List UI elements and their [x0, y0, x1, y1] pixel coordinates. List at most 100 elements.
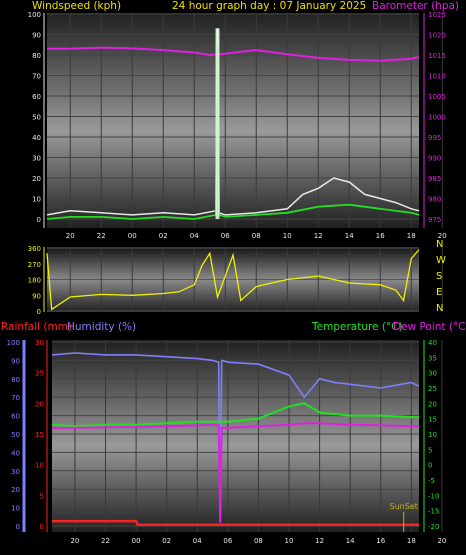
x-tick-label: 00	[132, 537, 141, 545]
y-tick-label-windspeed: 60	[32, 93, 41, 101]
y-tick-label-temperature: -20	[428, 523, 439, 531]
y-tick-label-barometer: 985	[428, 175, 441, 183]
x-tick-label: 20	[437, 537, 446, 545]
y-tick-label-humidity: 40	[11, 449, 20, 457]
x-tick-label: 12	[314, 232, 323, 240]
y-tick-label-windspeed: 20	[32, 175, 41, 183]
x-tick-label: 10	[283, 232, 292, 240]
sunset-label: SunSet	[390, 502, 418, 511]
rainfall-axis-label: Rainfall (mm)	[1, 321, 72, 333]
compass-label: N	[436, 239, 443, 250]
y-tick-label-humidity: 100	[7, 339, 20, 347]
wind-panel-background	[47, 13, 419, 228]
y-tick-label-barometer: 1000	[428, 114, 446, 122]
x-tick-label: 16	[376, 537, 385, 545]
y-tick-label-windspeed: 40	[32, 134, 41, 142]
windspeed-axis-label: Windspeed (kph)	[32, 0, 121, 12]
y-tick-label-windspeed: 70	[32, 73, 41, 81]
x-tick-label: 06	[221, 232, 230, 240]
weather-chart: Windspeed (kph) 24 hour graph day : 07 J…	[1, 0, 466, 545]
y-tick-label-direction: 360	[28, 245, 41, 253]
x-tick-label: 20	[70, 537, 79, 545]
y-tick-label-windspeed: 10	[32, 196, 41, 204]
compass-label: S	[436, 271, 442, 282]
y-tick-label-humidity: 10	[11, 505, 20, 513]
x-tick-label: 04	[193, 537, 202, 545]
y-tick-label-humidity: 50	[11, 431, 20, 439]
x-tick-label: 06	[223, 537, 232, 545]
y-tick-label-humidity: 0	[16, 523, 20, 531]
y-tick-label-barometer: 1015	[428, 52, 446, 60]
x-tick-label: 18	[407, 232, 416, 240]
dew-point-axis-label: Dew Point (°C)	[393, 321, 466, 333]
temperature-axis-label: Temperature (°C)	[311, 321, 403, 333]
y-tick-label-barometer: 1010	[428, 73, 446, 81]
y-tick-label-temperature: 10	[428, 431, 437, 439]
temp-panel-background	[52, 340, 419, 532]
y-tick-label-rainfall: 15	[35, 431, 44, 439]
y-tick-label-rainfall: 25	[35, 370, 44, 378]
y-tick-label-temperature: 30	[428, 370, 437, 378]
y-tick-label-barometer: 1020	[428, 32, 446, 40]
y-tick-label-barometer: 990	[428, 155, 441, 163]
x-tick-label: 18	[407, 537, 416, 545]
y-tick-label-humidity: 20	[11, 486, 20, 494]
x-tick-label: 22	[101, 537, 110, 545]
compass-label: N	[436, 303, 443, 314]
y-tick-label-temperature: 0	[428, 462, 432, 470]
y-tick-label-rainfall: 0	[40, 523, 44, 531]
y-tick-label-humidity: 60	[11, 413, 20, 421]
y-tick-label-windspeed: 0	[37, 216, 41, 224]
y-tick-label-windspeed: 100	[28, 11, 41, 19]
y-tick-label-temperature: 25	[428, 385, 437, 393]
compass-label: W	[436, 255, 446, 266]
y-tick-label-temperature: -10	[428, 492, 439, 500]
y-tick-label-barometer: 1005	[428, 93, 446, 101]
y-tick-label-temperature: -5	[428, 477, 435, 485]
y-tick-label-temperature: 35	[428, 354, 437, 362]
y-tick-label-temperature: 40	[428, 339, 437, 347]
y-tick-label-direction: 90	[32, 292, 41, 300]
x-tick-label: 08	[254, 537, 263, 545]
y-tick-label-windspeed: 80	[32, 52, 41, 60]
x-tick-label: 02	[162, 537, 171, 545]
wind-gust-spike	[215, 28, 220, 219]
y-tick-label-windspeed: 90	[32, 32, 41, 40]
x-tick-label: 16	[376, 232, 385, 240]
y-tick-label-humidity: 70	[11, 394, 20, 402]
x-tick-label: 12	[315, 537, 324, 545]
x-tick-label: 22	[97, 232, 106, 240]
chart-title: 24 hour graph day : 07 January 2025	[172, 0, 366, 12]
y-tick-label-rainfall: 20	[35, 400, 44, 408]
x-tick-label: 20	[66, 232, 75, 240]
x-tick-label: 08	[252, 232, 261, 240]
y-tick-label-rainfall: 5	[40, 492, 44, 500]
y-tick-label-windspeed: 50	[32, 114, 41, 122]
x-tick-label: 00	[128, 232, 137, 240]
y-tick-label-direction: 180	[28, 277, 41, 285]
y-tick-label-humidity: 80	[11, 376, 20, 384]
y-tick-label-temperature: 15	[428, 416, 437, 424]
x-tick-label: 10	[285, 537, 294, 545]
y-tick-label-rainfall: 10	[35, 462, 44, 470]
y-tick-label-humidity: 90	[11, 357, 20, 365]
x-tick-label: 04	[190, 232, 199, 240]
humidity-axis-label: Humidity (%)	[67, 321, 136, 333]
y-tick-label-temperature: 20	[428, 400, 437, 408]
y-tick-label-rainfall: 30	[35, 339, 44, 347]
y-tick-label-barometer: 980	[428, 196, 441, 204]
x-tick-label: 14	[346, 537, 355, 545]
compass-label: E	[436, 287, 442, 298]
x-tick-label: 14	[345, 232, 354, 240]
y-tick-label-barometer: 995	[428, 134, 441, 142]
y-tick-label-windspeed: 30	[32, 155, 41, 163]
y-tick-label-temperature: 5	[428, 446, 432, 454]
y-tick-label-direction: 0	[37, 308, 41, 316]
y-tick-label-direction: 270	[28, 261, 41, 269]
x-tick-label: 02	[159, 232, 168, 240]
y-tick-label-barometer: 975	[428, 216, 441, 224]
y-tick-label-humidity: 30	[11, 468, 20, 476]
y-tick-label-temperature: -15	[428, 508, 439, 516]
y-tick-label-barometer: 1025	[428, 11, 446, 19]
barometer-axis-label: Barometer (hpa)	[372, 0, 459, 12]
